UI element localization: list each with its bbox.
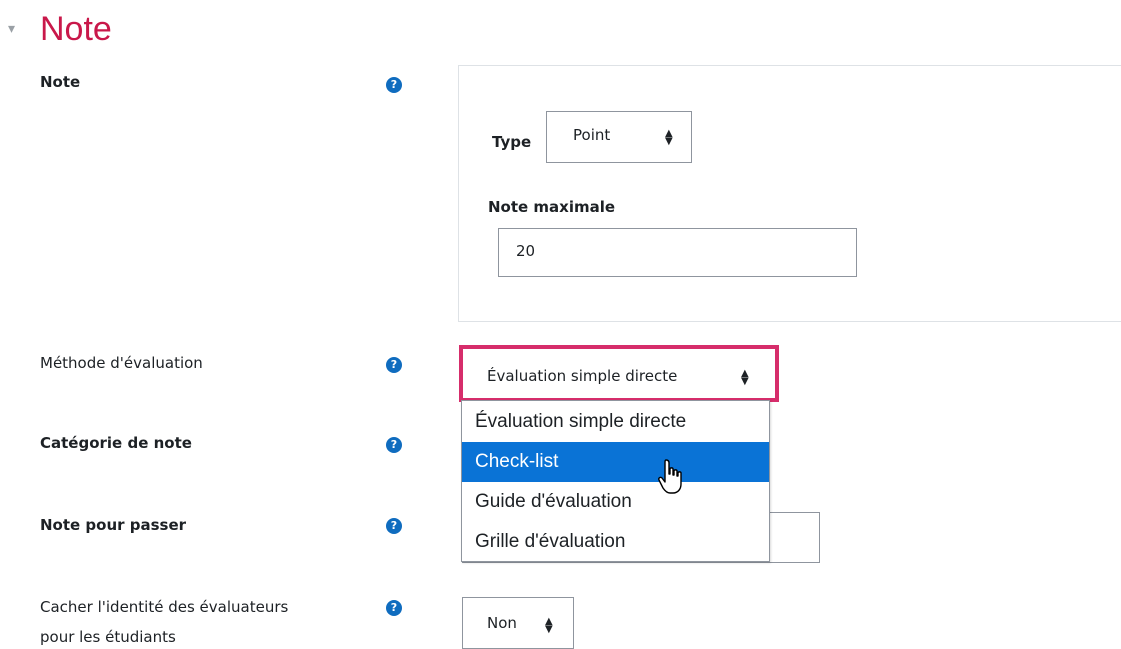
dropdown-option[interactable]: Grille d'évaluation — [462, 522, 769, 562]
max-grade-label: Note maximale — [488, 198, 616, 216]
dropdown-option[interactable]: Guide d'évaluation — [462, 482, 769, 522]
select-arrows-icon: ▲ ▼ — [545, 616, 553, 635]
grading-method-value: Évaluation simple directe — [487, 367, 678, 385]
grade-type-value: Point — [573, 126, 611, 144]
grade-type-label: Type — [492, 133, 532, 151]
help-icon[interactable]: ? — [386, 357, 402, 373]
section-title[interactable]: Note — [40, 8, 112, 50]
blind-marking-value: Non — [487, 614, 517, 632]
blind-marking-select[interactable]: Non ▲ ▼ — [462, 597, 574, 649]
grade-category-label: Catégorie de note — [40, 434, 192, 452]
select-arrows-icon: ▲ ▼ — [741, 368, 749, 387]
grade-fieldset — [458, 65, 1121, 322]
help-icon[interactable]: ? — [386, 518, 402, 534]
dropdown-option-highlighted[interactable]: Check-list — [462, 442, 769, 482]
help-icon[interactable]: ? — [386, 77, 402, 93]
help-icon[interactable]: ? — [386, 600, 402, 616]
grade-to-pass-label: Note pour passer — [40, 516, 187, 534]
collapse-triangle-icon[interactable]: ▾ — [8, 20, 15, 38]
help-icon[interactable]: ? — [386, 437, 402, 453]
grading-method-dropdown[interactable]: Évaluation simple directe Check-list Gui… — [461, 400, 770, 562]
dropdown-option[interactable]: Évaluation simple directe — [462, 402, 769, 442]
mouse-pointer-icon — [658, 459, 682, 494]
grade-label: Note — [40, 73, 81, 91]
max-grade-input[interactable]: 20 — [498, 228, 857, 277]
max-grade-value: 20 — [516, 242, 536, 260]
blind-marking-label-line1: Cacher l'identité des évaluateurs — [40, 598, 289, 616]
grading-method-select[interactable]: Évaluation simple directe ▲ ▼ — [463, 349, 775, 400]
select-arrows-icon: ▲ ▼ — [665, 128, 673, 147]
grade-type-select[interactable]: Point ▲ ▼ — [546, 111, 692, 163]
grading-method-label: Méthode d'évaluation — [40, 354, 203, 372]
